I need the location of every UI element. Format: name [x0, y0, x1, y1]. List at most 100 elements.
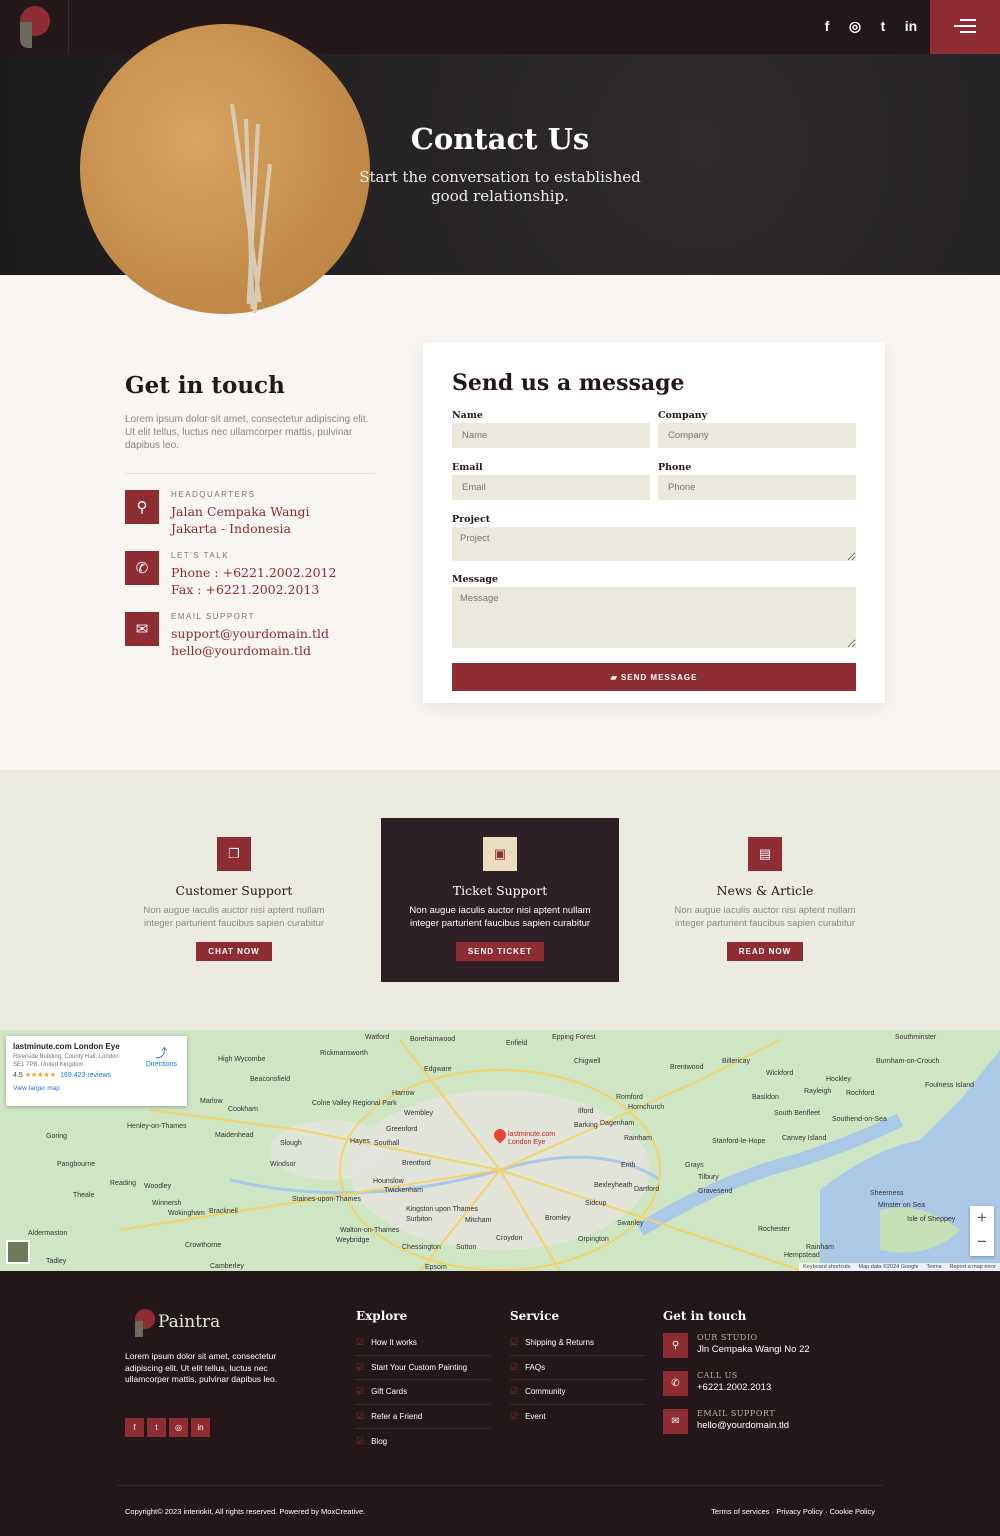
map-place-label: Pangbourne [57, 1161, 96, 1168]
support-card-news: ▤ News & Article Non augue iaculis aucto… [646, 818, 884, 982]
map-place-label: Staines-upon-Thames [292, 1196, 361, 1203]
contact-value[interactable]: hello@yourdomain.tld [171, 642, 329, 659]
privacy-link[interactable]: Privacy Policy [776, 1507, 823, 1516]
map-place-card: lastminute.com London Eye Riverside Buil… [6, 1036, 187, 1106]
report-error-link[interactable]: Report a map error [950, 1264, 996, 1270]
map-place-label: Epsom [425, 1264, 447, 1271]
footer-link[interactable]: ☑ FAQs [510, 1356, 645, 1380]
rating-value: 4.5 [13, 1072, 23, 1079]
footer-link[interactable]: ☑ Blog [356, 1429, 491, 1454]
phone-label: Phone [658, 462, 692, 473]
cookie-link[interactable]: Cookie Policy [830, 1507, 875, 1516]
ticket-icon: ▣ [483, 837, 517, 871]
map-place-label: Swanley [617, 1220, 644, 1227]
map-place-label: South Benfleet [774, 1110, 820, 1117]
contact-value[interactable]: hello@yourdomain.tld [697, 1420, 789, 1431]
contact-item-phone: ✆ LET'S TALK Phone : +6221.2002.2012 Fax… [125, 551, 375, 598]
logo[interactable] [0, 0, 69, 54]
map-place-label: Hayes [350, 1138, 370, 1145]
map-place-label: Romford [616, 1094, 643, 1101]
contact-label: LET'S TALK [171, 551, 230, 560]
twitter-icon[interactable]: t [876, 18, 890, 35]
contact-label: EMAIL SUPPORT [171, 612, 255, 621]
project-input[interactable] [452, 527, 856, 561]
map-place-label: Tadley [46, 1258, 67, 1265]
footer-link[interactable]: ☑ Shipping & Returns [510, 1331, 645, 1356]
map-place-label: Kingston upon Thames [406, 1206, 478, 1213]
map-place-label: Edgware [424, 1066, 452, 1073]
footer-link[interactable]: ☑ How It works [356, 1331, 491, 1356]
google-map[interactable]: Watford Borehamwood Enfield Epping Forest Hi… [0, 1030, 1000, 1271]
menu-button[interactable] [930, 0, 1000, 54]
send-message-button[interactable]: ▰ SEND MESSAGE [452, 663, 856, 691]
send-ticket-button[interactable]: SEND TICKET [455, 942, 545, 961]
map-place-label: Stanford-le-Hope [712, 1138, 766, 1145]
linkedin-icon[interactable]: in [191, 1418, 210, 1437]
contact-value[interactable]: support@yourdomain.tld [171, 625, 329, 642]
view-larger-map-link[interactable]: View larger map [13, 1085, 180, 1092]
zoom-in-button[interactable]: + [970, 1206, 994, 1230]
map-place-label: Southall [374, 1140, 400, 1147]
map-place-label: Southend-on-Sea [832, 1116, 887, 1123]
map-place-label: Crowthorne [185, 1242, 222, 1249]
map-place-label: Hornchurch [628, 1104, 665, 1111]
map-place-label: Sheerness [870, 1190, 904, 1197]
twitter-icon[interactable]: t [147, 1418, 166, 1437]
contact-label: EMAIL SUPPORT [697, 1409, 776, 1418]
map-place-label: Mitcham [465, 1217, 492, 1224]
footer-link-label: FAQs [525, 1362, 546, 1372]
map-place-label: Chigwell [574, 1058, 601, 1065]
phone-icon: ✆ [125, 551, 159, 585]
footer-link[interactable]: ☑ Refer a Friend [356, 1405, 491, 1429]
message-input[interactable] [452, 587, 856, 648]
map-place-label: Colne Valley Regional Park [312, 1100, 397, 1107]
envelope-icon: ✉ [125, 612, 159, 646]
map-place-label: Chessington [402, 1244, 441, 1251]
map-place-label: High Wycombe [218, 1056, 266, 1063]
send-icon: ▰ [610, 672, 621, 682]
facebook-icon[interactable]: f [125, 1418, 144, 1437]
instagram-icon[interactable]: ◎ [169, 1418, 188, 1437]
support-card-ticket: ▣ Ticket Support Non augue iaculis aucto… [381, 818, 619, 982]
map-place-label: Rochford [846, 1090, 875, 1097]
send-message-label: SEND MESSAGE [620, 672, 698, 682]
footer-link[interactable]: ☑ Community [510, 1380, 645, 1405]
phone-input[interactable] [658, 475, 856, 500]
name-input[interactable] [452, 423, 650, 448]
instagram-icon[interactable]: ◎ [848, 18, 862, 35]
section-description: Lorem ipsum dolor sit amet, consectetur … [125, 414, 369, 451]
contact-value[interactable]: Phone : +6221.2002.2012 [171, 564, 336, 581]
map-place-label: Sidcup [585, 1200, 607, 1207]
satellite-toggle[interactable] [6, 1240, 30, 1264]
read-now-button[interactable]: READ NOW [726, 942, 804, 961]
checkbox-icon: ☑ [356, 1410, 365, 1421]
footer: Paintra Lorem ipsum dolor sit amet, cons… [0, 1271, 1000, 1536]
checkbox-icon: ☑ [356, 1361, 365, 1372]
terms-link[interactable]: Terms of services [711, 1507, 769, 1516]
map-place-label: Epping Forest [552, 1034, 596, 1041]
footer-link[interactable]: ☑ Gift Cards [356, 1380, 491, 1405]
footer-description: Lorem ipsum dolor sit amet, consectetur … [125, 1351, 278, 1384]
directions-button[interactable]: ⤴ Directions [146, 1044, 177, 1068]
reviews-link[interactable]: 169.423 reviews [60, 1072, 111, 1079]
email-input[interactable] [452, 475, 650, 500]
map-place-label: Winnersh [152, 1200, 182, 1207]
contact-label: OUR STUDIO [697, 1333, 758, 1342]
footer-link[interactable]: ☑ Event [510, 1405, 645, 1430]
chat-now-button[interactable]: CHAT NOW [196, 942, 272, 961]
linkedin-icon[interactable]: in [904, 18, 918, 35]
terms-link[interactable]: Terms [927, 1264, 942, 1270]
name-label: Name [452, 410, 483, 421]
keyboard-shortcuts-link[interactable]: Keyboard shortcuts [803, 1264, 850, 1270]
map-place-label: Maidenhead [215, 1132, 254, 1139]
contact-value[interactable]: +6221.2002.2013 [697, 1382, 771, 1393]
project-label: Project [452, 514, 491, 525]
company-input[interactable] [658, 423, 856, 448]
footer-link[interactable]: ☑ Start Your Custom Painting [356, 1356, 491, 1380]
map-place-label: Brentwood [670, 1064, 704, 1071]
zoom-out-button[interactable]: − [970, 1230, 994, 1254]
map-place-label: Brentford [402, 1160, 431, 1167]
facebook-icon[interactable]: f [820, 18, 834, 35]
contact-value: Fax : +6221.2002.2013 [171, 582, 320, 597]
map-place-label: Grays [685, 1162, 704, 1169]
